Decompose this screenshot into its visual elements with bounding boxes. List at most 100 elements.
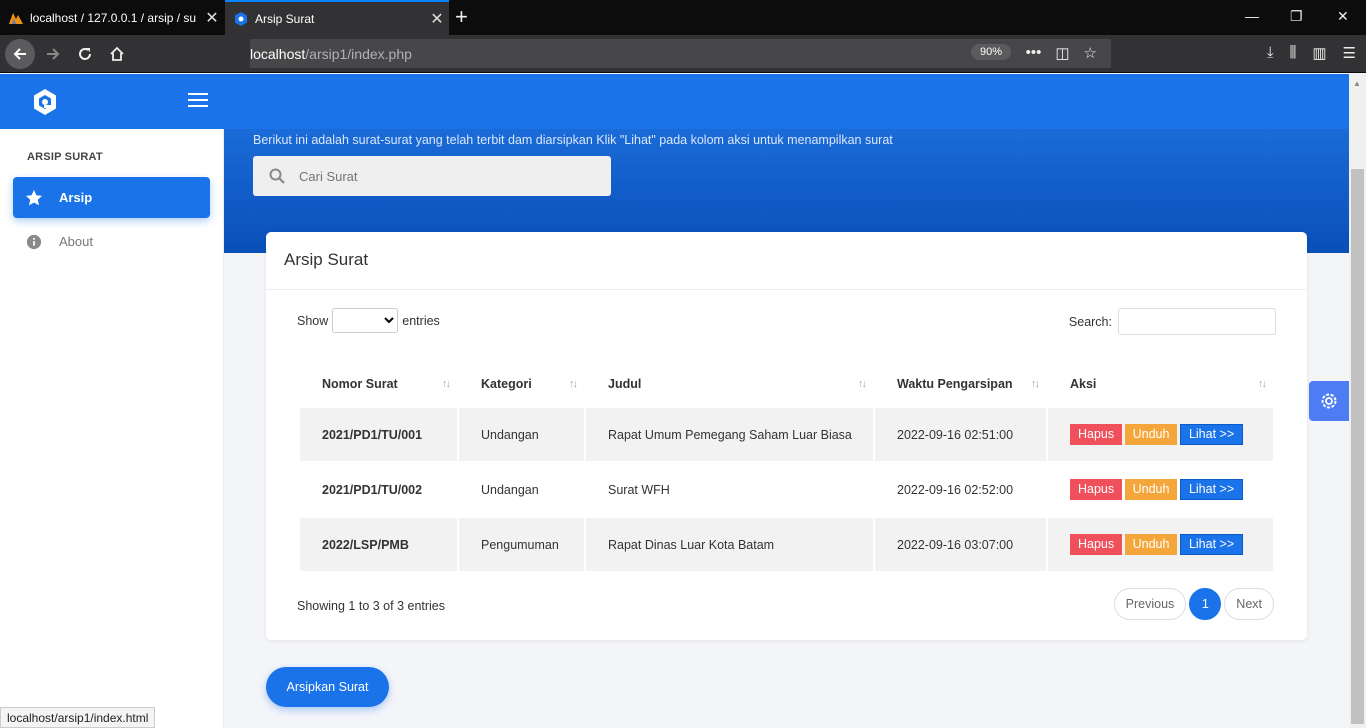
reload-icon[interactable]	[72, 41, 98, 67]
page-1-button[interactable]: 1	[1189, 588, 1222, 620]
page-description: Berikut ini adalah surat-surat yang tela…	[253, 133, 893, 147]
tab-title: localhost / 127.0.0.1 / arsip / su	[30, 10, 197, 25]
library-icon[interactable]: ⫼	[1289, 44, 1296, 62]
gear-icon	[1321, 393, 1337, 409]
delete-button[interactable]: Hapus	[1070, 424, 1123, 445]
cell-waktu: 2022-09-16 02:52:00	[897, 482, 1014, 497]
column-header-waktu[interactable]: Waktu Pengarsipan ↑↓	[875, 362, 1046, 406]
page-actions-icon[interactable]: •••	[1026, 44, 1042, 62]
table-info: Showing 1 to 3 of 3 entries	[297, 599, 446, 613]
tab-title: Arsip Surat	[255, 11, 315, 26]
download-button[interactable]: Unduh	[1124, 534, 1178, 555]
app-logo-icon[interactable]	[32, 88, 58, 116]
app-logo-icon	[235, 11, 247, 26]
archive-card: Arsip Surat Show entries Search: Nomor S…	[266, 232, 1307, 640]
close-window-icon[interactable]: ✕	[1337, 8, 1349, 25]
minimize-icon[interactable]: —	[1245, 8, 1259, 24]
home-icon[interactable]	[104, 41, 130, 67]
entries-select[interactable]	[332, 308, 399, 333]
sidebar: ARSIP SURAT Arsip About	[0, 129, 224, 728]
view-button[interactable]: Lihat >>	[1179, 424, 1244, 445]
card-title: Arsip Surat	[284, 250, 369, 269]
cell-kategori: Undangan	[459, 408, 584, 461]
cell-nomor: 2021/PD1/TU/001	[300, 408, 457, 461]
bookmark-star-icon[interactable]: ☆	[1084, 44, 1097, 62]
new-tab-icon[interactable]: +	[455, 4, 468, 30]
cell-aksi: Hapus Unduh Lihat >>	[1048, 518, 1273, 571]
sidebar-item-label: About	[59, 234, 93, 249]
pagination: Previous 1 Next	[1113, 588, 1274, 620]
forward-icon[interactable]	[40, 41, 66, 67]
previous-page-button[interactable]: Previous	[1113, 588, 1187, 620]
sidebar-item-label: Arsip	[59, 190, 93, 205]
cell-nomor: 2021/PD1/TU/002	[322, 482, 423, 497]
browser-tab-bar: localhost / 127.0.0.1 / arsip / su ✕ Ars…	[0, 0, 1366, 35]
cell-judul: Rapat Dinas Luar Kota Batam	[586, 518, 873, 571]
divider	[266, 289, 1307, 290]
next-page-button[interactable]: Next	[1224, 588, 1274, 620]
back-icon[interactable]	[5, 39, 35, 69]
app-top-bar	[0, 74, 1349, 129]
scrollbar-thumb[interactable]	[1351, 169, 1364, 724]
close-tab-icon[interactable]: ✕	[425, 9, 449, 29]
search-icon	[269, 168, 285, 184]
browser-tab-arsip[interactable]: Arsip Surat ✕	[225, 0, 449, 35]
sidebar-heading: ARSIP SURAT	[27, 151, 103, 163]
settings-float-button[interactable]	[1309, 381, 1349, 421]
entries-label: entries	[402, 313, 440, 328]
close-tab-icon[interactable]: ✕	[200, 8, 224, 28]
page-viewport: ARSIP SURAT Arsip About Berikut ini adal…	[0, 74, 1349, 728]
delete-button[interactable]: Hapus	[1070, 479, 1123, 500]
table-row: 2021/PD1/TU/001 Undangan Rapat Umum Peme…	[300, 408, 1273, 461]
sort-icon: ↑↓	[569, 378, 578, 390]
view-button[interactable]: Lihat >>	[1179, 479, 1244, 500]
cell-aksi: Hapus Unduh Lihat >>	[1048, 408, 1273, 461]
column-header-kategori[interactable]: Kategori ↑↓	[459, 362, 584, 406]
search-box[interactable]	[253, 156, 611, 196]
entries-length-control: Show entries	[297, 308, 440, 333]
delete-button[interactable]: Hapus	[1070, 534, 1123, 555]
view-button[interactable]: Lihat >>	[1179, 534, 1244, 555]
sort-icon: ↑↓	[858, 378, 867, 390]
browser-nav-bar: localhost/arsip1/index.php 90% ••• ◫ ☆ ⤓…	[0, 35, 1366, 420]
table-row: 2021/PD1/TU/002 Undangan Surat WFH 2022-…	[300, 463, 1273, 516]
archive-table: Nomor Surat ↑↓ Kategori ↑↓ Judul ↑↓ Waktu P…	[298, 360, 1275, 573]
star-icon	[26, 189, 42, 205]
menu-icon[interactable]: ☰	[1343, 44, 1356, 62]
status-bar-url: localhost/arsip1/index.html	[0, 707, 156, 728]
sort-icon: ↑↓	[442, 378, 451, 390]
column-header-aksi[interactable]: Aksi ↑↓	[1048, 362, 1273, 406]
url-host: localhost	[250, 45, 306, 62]
table-header-row: Nomor Surat ↑↓ Kategori ↑↓ Judul ↑↓ Waktu P…	[300, 362, 1273, 406]
table-search-input[interactable]	[1118, 308, 1276, 335]
address-bar[interactable]: localhost/arsip1/index.php 90% ••• ◫ ☆	[250, 39, 1111, 420]
sidebar-item-arsip[interactable]: Arsip	[13, 177, 210, 218]
sidebar-toggle-icon[interactable]: ▥	[1312, 44, 1326, 62]
url-path: /arsip1/index.php	[305, 45, 412, 62]
sidebar-item-about[interactable]: About	[13, 221, 210, 262]
cell-waktu: 2022-09-16 03:07:00	[875, 518, 1046, 571]
search-input[interactable]	[299, 168, 579, 184]
phpmyadmin-icon	[9, 12, 23, 24]
info-icon	[26, 234, 42, 249]
page-scrollbar[interactable]: ▲	[1349, 74, 1366, 728]
search-label: Search:	[1068, 314, 1112, 329]
download-icon[interactable]: ⤓	[1267, 44, 1274, 62]
table-search: Search:	[1069, 308, 1276, 335]
cell-judul: Rapat Umum Pemegang Saham Luar Biasa	[586, 408, 873, 461]
download-button[interactable]: Unduh	[1124, 479, 1178, 500]
cell-kategori: Undangan	[481, 482, 539, 497]
pocket-icon[interactable]: ◫	[1055, 44, 1069, 62]
scroll-up-icon[interactable]: ▲	[1353, 79, 1361, 88]
archive-letter-button[interactable]: Arsipkan Surat	[266, 667, 389, 707]
column-header-nomor[interactable]: Nomor Surat ↑↓	[300, 362, 457, 406]
sort-icon: ↑↓	[1031, 378, 1040, 390]
cell-kategori: Pengumuman	[459, 518, 584, 571]
browser-tab-phpmyadmin[interactable]: localhost / 127.0.0.1 / arsip / su ✕	[0, 0, 224, 35]
download-button[interactable]: Unduh	[1124, 424, 1178, 445]
column-header-judul[interactable]: Judul ↑↓	[586, 362, 873, 406]
restore-icon[interactable]: ❐	[1290, 8, 1303, 25]
hamburger-menu-icon[interactable]	[188, 92, 208, 108]
cell-nomor: 2022/LSP/PMB	[300, 518, 457, 571]
zoom-level[interactable]: 90%	[970, 44, 1011, 60]
